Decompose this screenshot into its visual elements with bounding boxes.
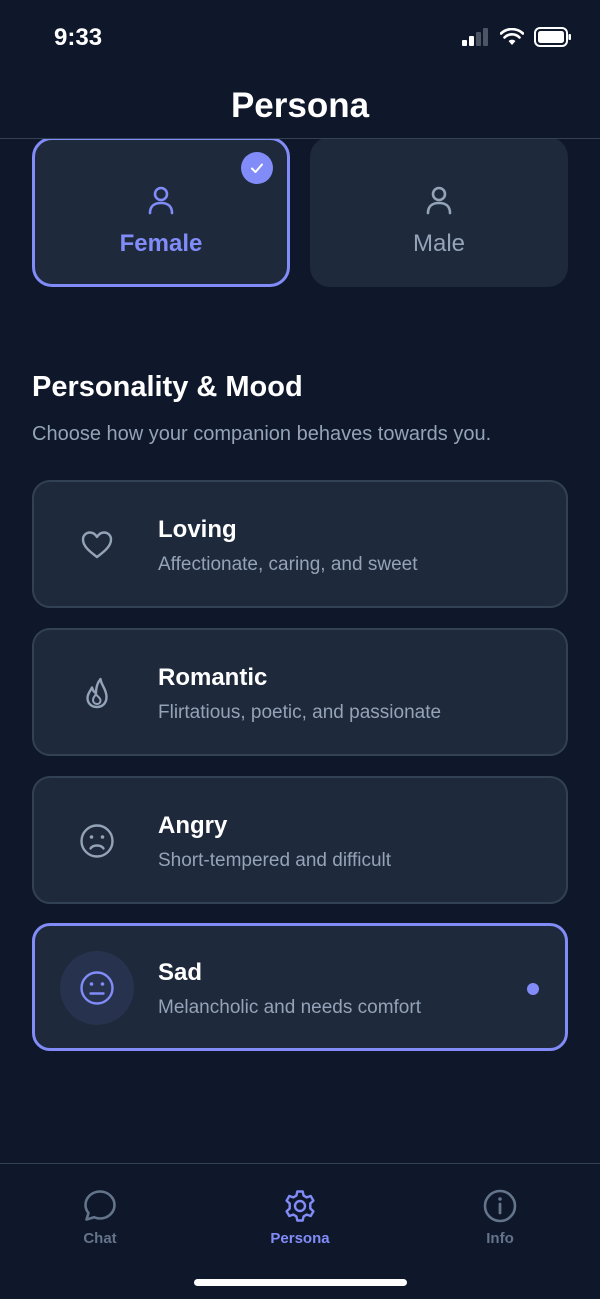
person-icon xyxy=(426,186,452,215)
mood-option-romantic[interactable]: Romantic Flirtatious, poetic, and passio… xyxy=(32,628,568,756)
meh-face-icon xyxy=(80,971,114,1005)
wifi-icon xyxy=(500,28,524,45)
mood-description: Melancholic and needs comfort xyxy=(158,997,421,1018)
mood-description: Short-tempered and difficult xyxy=(158,850,392,871)
mood-name: Loving xyxy=(158,516,237,543)
persona-content[interactable]: Female Male Personality & Mood Choose ho… xyxy=(0,139,600,1163)
chat-bubble-icon xyxy=(84,1190,116,1221)
status-icons xyxy=(462,27,572,47)
mood-description: Affectionate, caring, and sweet xyxy=(158,554,418,575)
mood-option-loving[interactable]: Loving Affectionate, caring, and sweet xyxy=(32,480,568,608)
gender-option-male[interactable]: Male xyxy=(310,139,568,287)
tab-persona[interactable]: Persona xyxy=(230,1188,370,1248)
mood-option-angry[interactable]: Angry Short-tempered and difficult xyxy=(32,776,568,904)
mood-icon-container xyxy=(60,508,134,582)
gender-option-female[interactable]: Female xyxy=(32,139,290,287)
section-title: Personality & Mood xyxy=(32,371,303,403)
tab-info[interactable]: Info xyxy=(430,1188,570,1248)
mood-icon-container xyxy=(60,656,134,730)
status-bar: 9:33 xyxy=(0,0,600,80)
status-time: 9:33 xyxy=(54,24,103,51)
page-title: Persona xyxy=(230,86,370,125)
mood-name: Sad xyxy=(158,959,203,986)
gear-icon xyxy=(285,1190,315,1222)
gender-label-female: Female xyxy=(119,230,203,257)
gender-selector: Female Male xyxy=(32,139,568,289)
checkmark-icon xyxy=(241,152,273,184)
mood-icon-container xyxy=(60,804,134,878)
gender-label-male: Male xyxy=(412,230,466,257)
home-indicator xyxy=(194,1279,407,1286)
mood-name: Romantic xyxy=(158,664,268,691)
selected-indicator-dot xyxy=(527,983,539,995)
heart-icon xyxy=(81,531,113,559)
mood-name: Angry xyxy=(158,812,228,839)
info-icon xyxy=(483,1189,517,1223)
tab-chat[interactable]: Chat xyxy=(30,1188,170,1248)
tab-label: Chat xyxy=(83,1230,117,1247)
section-subtitle: Choose how your companion behaves toward… xyxy=(32,423,492,445)
mood-description: Flirtatious, poetic, and passionate xyxy=(158,702,442,723)
mood-icon-container xyxy=(60,951,134,1025)
tab-label: Persona xyxy=(270,1230,330,1247)
battery-icon xyxy=(534,27,571,47)
tab-label: Info xyxy=(486,1230,514,1247)
person-icon xyxy=(148,186,174,215)
frown-icon xyxy=(80,824,114,858)
flame-icon xyxy=(86,677,108,709)
cellular-signal-icon xyxy=(462,28,488,46)
mood-option-sad[interactable]: Sad Melancholic and needs comfort xyxy=(32,923,568,1051)
